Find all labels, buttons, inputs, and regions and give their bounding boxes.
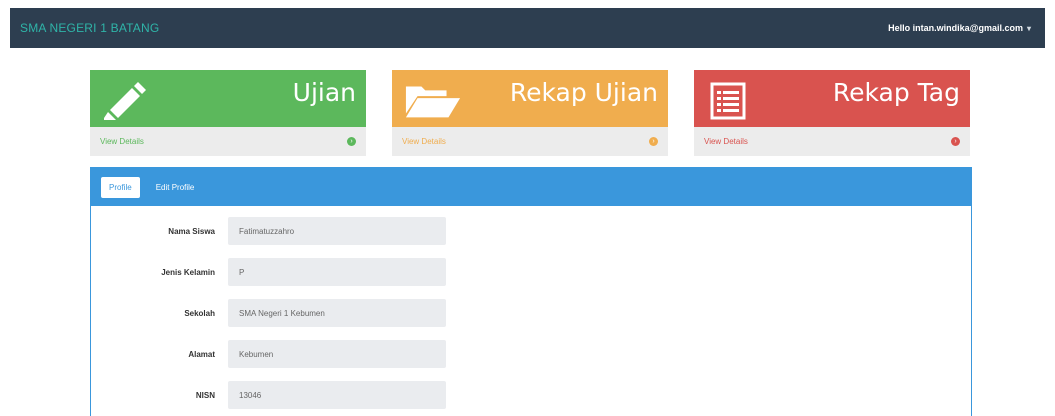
form-row-nisn: NISN 13046 bbox=[91, 381, 446, 409]
tab-profile[interactable]: Profile bbox=[101, 176, 140, 198]
panel-ujian-title: Ujian bbox=[292, 78, 356, 107]
user-menu-dropdown[interactable]: Hello intan.windika@gmail.com ▾ bbox=[888, 23, 1031, 33]
field-label: NISN bbox=[195, 390, 215, 400]
view-details-label: View Details bbox=[100, 137, 144, 146]
list-alt-icon bbox=[710, 82, 746, 120]
field-label: Nama Siswa bbox=[168, 226, 215, 236]
arrow-circle-right-icon: › bbox=[951, 137, 960, 146]
jenis-kelamin-field[interactable]: P bbox=[228, 258, 446, 286]
nisn-field[interactable]: 13046 bbox=[228, 381, 446, 409]
form-row-sekolah: Sekolah SMA Negeri 1 Kebumen bbox=[91, 299, 446, 327]
profile-tabbar: Profile Edit Profile bbox=[91, 168, 971, 206]
pencil-icon bbox=[104, 82, 146, 120]
nama-siswa-field[interactable]: Fatimatuzzahro bbox=[228, 217, 446, 245]
panel-ujian: Ujian View Details › bbox=[90, 70, 366, 156]
user-email-label: Hello intan.windika@gmail.com bbox=[888, 23, 1023, 33]
panel-rekap-tag-title: Rekap Tag bbox=[832, 78, 960, 107]
panel-rekap-ujian-title: Rekap Ujian bbox=[509, 78, 658, 107]
tab-edit-profile[interactable]: Edit Profile bbox=[148, 177, 203, 198]
panel-rekap-tag-view-details[interactable]: View Details › bbox=[694, 127, 970, 156]
form-row-alamat: Alamat Kebumen bbox=[91, 340, 446, 368]
field-label: Alamat bbox=[188, 349, 215, 359]
panel-rekap-ujian-view-details[interactable]: View Details › bbox=[392, 127, 668, 156]
form-row-nama-siswa: Nama Siswa Fatimatuzzahro bbox=[91, 217, 446, 245]
field-label: Jenis Kelamin bbox=[161, 267, 215, 277]
form-row-jenis-kelamin: Jenis Kelamin P bbox=[91, 258, 446, 286]
field-label: Sekolah bbox=[184, 308, 215, 318]
view-details-label: View Details bbox=[704, 137, 748, 146]
view-details-label: View Details bbox=[402, 137, 446, 146]
top-navbar: SMA NEGERI 1 BATANG Hello intan.windika@… bbox=[10, 8, 1045, 48]
panel-ujian-header: Ujian bbox=[90, 70, 366, 127]
arrow-circle-right-icon: › bbox=[347, 137, 356, 146]
panel-ujian-view-details[interactable]: View Details › bbox=[90, 127, 366, 156]
panel-rekap-tag-header: Rekap Tag bbox=[694, 70, 970, 127]
panel-rekap-tag: Rekap Tag View Details › bbox=[694, 70, 970, 156]
brand-link[interactable]: SMA NEGERI 1 BATANG bbox=[20, 21, 159, 35]
folder-open-icon bbox=[405, 86, 461, 118]
sekolah-field[interactable]: SMA Negeri 1 Kebumen bbox=[228, 299, 446, 327]
alamat-field[interactable]: Kebumen bbox=[228, 340, 446, 368]
profile-card: Profile Edit Profile Nama Siswa Fatimatu… bbox=[90, 167, 972, 416]
panel-rekap-ujian-header: Rekap Ujian bbox=[392, 70, 668, 127]
chevron-down-icon: ▾ bbox=[1026, 23, 1031, 33]
arrow-circle-right-icon: › bbox=[649, 137, 658, 146]
panel-rekap-ujian: Rekap Ujian View Details › bbox=[392, 70, 668, 156]
